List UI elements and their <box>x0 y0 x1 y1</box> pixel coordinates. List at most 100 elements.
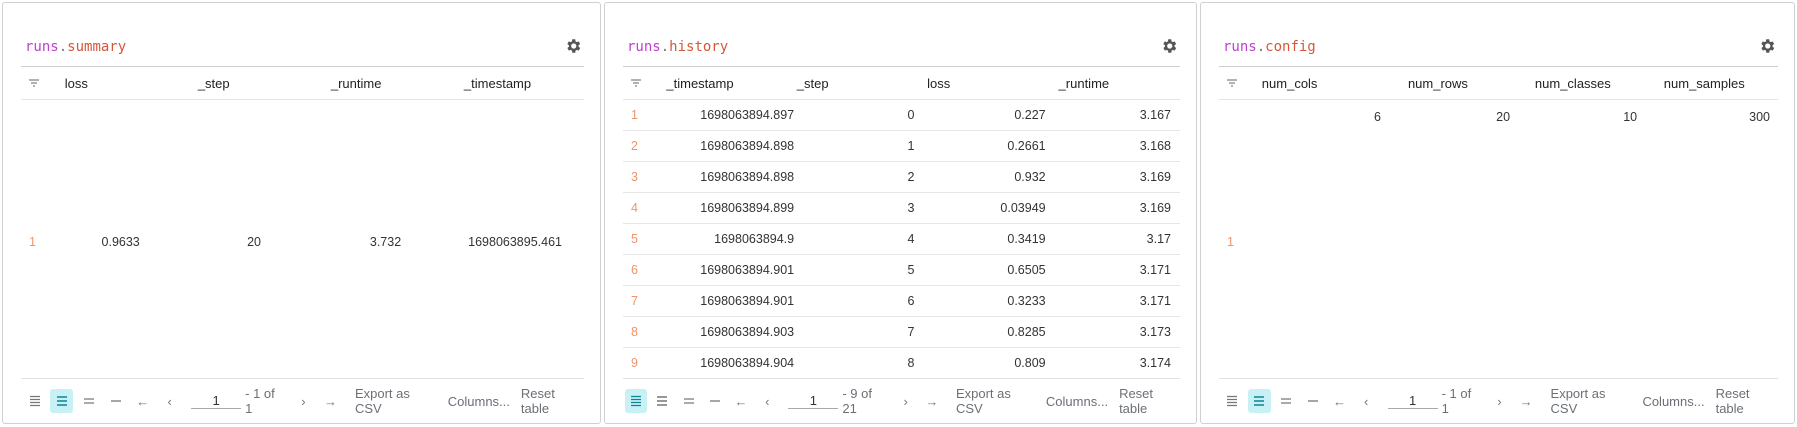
row-index: 1 <box>631 108 638 122</box>
column-header-runtime[interactable]: _runtime <box>325 76 458 91</box>
filter-icon[interactable] <box>1219 76 1256 90</box>
prev-page-icon[interactable]: ‹ <box>756 389 778 413</box>
density-single-icon[interactable] <box>104 389 127 413</box>
table-panel-config: runs.config num_cols num_rows num_classes nu… <box>1200 2 1795 424</box>
filter-icon[interactable] <box>623 76 660 90</box>
table-cell: 1698063894.899 <box>700 201 795 215</box>
column-header-step[interactable]: _step <box>791 76 921 91</box>
table-row: 8 1698063894.903 7 0.8285 3.173 <box>623 317 1180 348</box>
filter-icon[interactable] <box>21 76 59 90</box>
column-header-runtime[interactable]: _runtime <box>1053 76 1180 91</box>
table-cell: 3.168 <box>1139 139 1171 153</box>
table-row: 1 0.9633 20 3.732 1698063895.461 <box>21 100 584 383</box>
prev-page-icon[interactable]: ‹ <box>158 389 181 413</box>
column-header-timestamp[interactable]: _timestamp <box>660 76 790 91</box>
table-cell: 0.932 <box>1014 170 1046 184</box>
table-panel-history: runs.history _timestamp _step loss _runtime 1… <box>604 2 1197 424</box>
gear-icon[interactable] <box>564 37 582 55</box>
table-cell: 7 <box>907 325 915 339</box>
table-cell: 3.732 <box>369 234 402 249</box>
table-cell: 0.3419 <box>1007 232 1046 246</box>
last-page-icon[interactable]: → <box>1515 389 1538 413</box>
table-cell: 300 <box>1749 110 1770 124</box>
gear-icon[interactable] <box>1160 37 1178 55</box>
table-footer: ←‹ - 9 of 21 ›→ Export as CSV Columns... Rese… <box>623 378 1180 423</box>
table-cell: 3.171 <box>1139 263 1171 277</box>
table-cell: 0.9633 <box>101 234 140 249</box>
table-panel-summary: runs.summary loss _step _runtime _timestamp 1… <box>2 2 601 424</box>
density-compact-icon[interactable] <box>625 389 648 413</box>
density-loose-icon[interactable] <box>677 389 699 413</box>
columns-button[interactable]: Columns... <box>1046 394 1108 409</box>
first-page-icon[interactable]: ← <box>730 389 752 413</box>
export-csv-button[interactable]: Export as CSV <box>1551 386 1632 416</box>
density-compact-icon[interactable] <box>23 389 46 413</box>
column-header-step[interactable]: _step <box>192 76 325 91</box>
density-normal-icon[interactable] <box>1247 389 1271 413</box>
table-cell: 1698063895.461 <box>468 234 562 249</box>
column-header-loss[interactable]: loss <box>921 76 1052 91</box>
page-input[interactable] <box>191 393 242 409</box>
export-csv-button[interactable]: Export as CSV <box>956 386 1035 416</box>
table-row: 5 1698063894.9 4 0.3419 3.17 <box>623 224 1180 255</box>
reset-table-button[interactable]: Reset table <box>1119 386 1180 416</box>
table-cell: 1698063894.901 <box>700 263 795 277</box>
density-single-icon[interactable] <box>1301 389 1324 413</box>
next-page-icon[interactable]: › <box>292 389 315 413</box>
table-row: 4 1698063894.899 3 0.03949 3.169 <box>623 193 1180 224</box>
column-header-timestamp[interactable]: _timestamp <box>458 76 584 91</box>
density-loose-icon[interactable] <box>1275 389 1298 413</box>
reset-table-button[interactable]: Reset table <box>1716 386 1778 416</box>
table-cell: 3.173 <box>1139 325 1171 339</box>
table-cell: 1698063894.897 <box>700 108 795 122</box>
data-table: loss _step _runtime _timestamp 1 0.9633 20 3.73… <box>21 66 584 378</box>
column-header-numrows[interactable]: num_rows <box>1402 76 1529 91</box>
column-header-numsamples[interactable]: num_samples <box>1658 76 1778 91</box>
table-row: 2 1698063894.898 1 0.2661 3.168 <box>623 131 1180 162</box>
table-cell: 1698063894.898 <box>700 139 795 153</box>
table-cell: 20 <box>247 234 261 249</box>
next-page-icon[interactable]: › <box>895 389 917 413</box>
column-header-numclasses[interactable]: num_classes <box>1529 76 1658 91</box>
prev-page-icon[interactable]: ‹ <box>1355 389 1378 413</box>
table-cell: 0.809 <box>1014 356 1046 370</box>
next-page-icon[interactable]: › <box>1488 389 1511 413</box>
table-row: 1 1698063894.897 0 0.227 3.167 <box>623 100 1180 131</box>
first-page-icon[interactable]: ← <box>1328 389 1351 413</box>
table-cell: 4 <box>907 232 915 246</box>
table-cell: 8 <box>907 356 915 370</box>
table-row: 1 6 20 10 300 <box>1219 100 1778 383</box>
row-index: 8 <box>631 325 638 339</box>
page-input[interactable] <box>788 393 839 409</box>
column-header-loss[interactable]: loss <box>59 76 192 91</box>
first-page-icon[interactable]: ← <box>131 389 154 413</box>
page-range: - 1 of 1 <box>1441 386 1472 416</box>
table-cell: 6 <box>907 294 915 308</box>
table-cell: 1698063894.903 <box>700 325 795 339</box>
columns-button[interactable]: Columns... <box>1642 394 1704 409</box>
table-cell: 0.2661 <box>1007 139 1046 153</box>
last-page-icon[interactable]: → <box>319 389 342 413</box>
density-loose-icon[interactable] <box>77 389 100 413</box>
row-index: 9 <box>631 356 638 370</box>
last-page-icon[interactable]: → <box>921 389 943 413</box>
density-normal-icon[interactable] <box>651 389 673 413</box>
column-header-numcols[interactable]: num_cols <box>1256 76 1402 91</box>
reset-table-button[interactable]: Reset table <box>521 386 584 416</box>
row-index: 4 <box>631 201 638 215</box>
table-cell: 3.174 <box>1139 356 1171 370</box>
panel-title: runs.history <box>627 39 729 55</box>
table-cell: 0.03949 <box>1000 201 1046 215</box>
gear-icon[interactable] <box>1758 37 1776 55</box>
page-input[interactable] <box>1387 393 1438 409</box>
table-cell: 1 <box>907 139 915 153</box>
export-csv-button[interactable]: Export as CSV <box>355 386 437 416</box>
table-cell: 0.8285 <box>1007 325 1046 339</box>
density-compact-icon[interactable] <box>1221 389 1244 413</box>
data-table: num_cols num_rows num_classes num_samples 1 6… <box>1219 66 1778 378</box>
panel-title: runs.config <box>1223 39 1316 55</box>
columns-button[interactable]: Columns... <box>448 394 510 409</box>
table-cell: 0.3233 <box>1007 294 1046 308</box>
density-single-icon[interactable] <box>704 389 726 413</box>
density-normal-icon[interactable] <box>50 389 74 413</box>
